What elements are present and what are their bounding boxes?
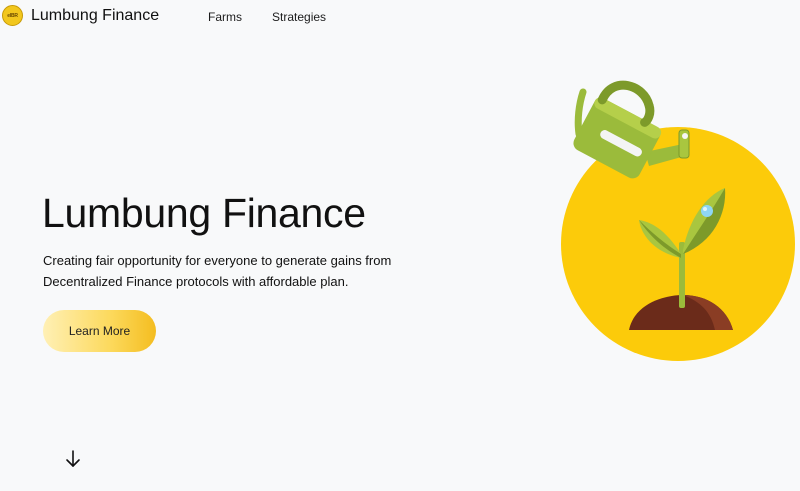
water-droplet xyxy=(701,205,713,217)
nav-link-strategies[interactable]: Strategies xyxy=(272,10,326,24)
brand-name[interactable]: Lumbung Finance xyxy=(31,7,159,25)
logo-text: eIBR xyxy=(7,12,18,19)
brand-logo-icon[interactable]: eIBR xyxy=(2,5,23,26)
learn-more-button[interactable]: Learn More xyxy=(43,310,156,352)
hero-description: Creating fair opportunity for everyone t… xyxy=(43,250,463,292)
hero-description-line-2: Decentralized Finance protocols with aff… xyxy=(43,274,349,289)
arrow-down-icon[interactable] xyxy=(64,449,82,469)
hero-title: Lumbung Finance xyxy=(42,190,366,236)
nav-link-farms[interactable]: Farms xyxy=(208,10,242,24)
top-navigation: eIBR Lumbung Finance Farms Strategies xyxy=(0,0,800,34)
hero-description-line-1: Creating fair opportunity for everyone t… xyxy=(43,253,392,268)
watering-can-plant-illustration xyxy=(561,80,795,361)
